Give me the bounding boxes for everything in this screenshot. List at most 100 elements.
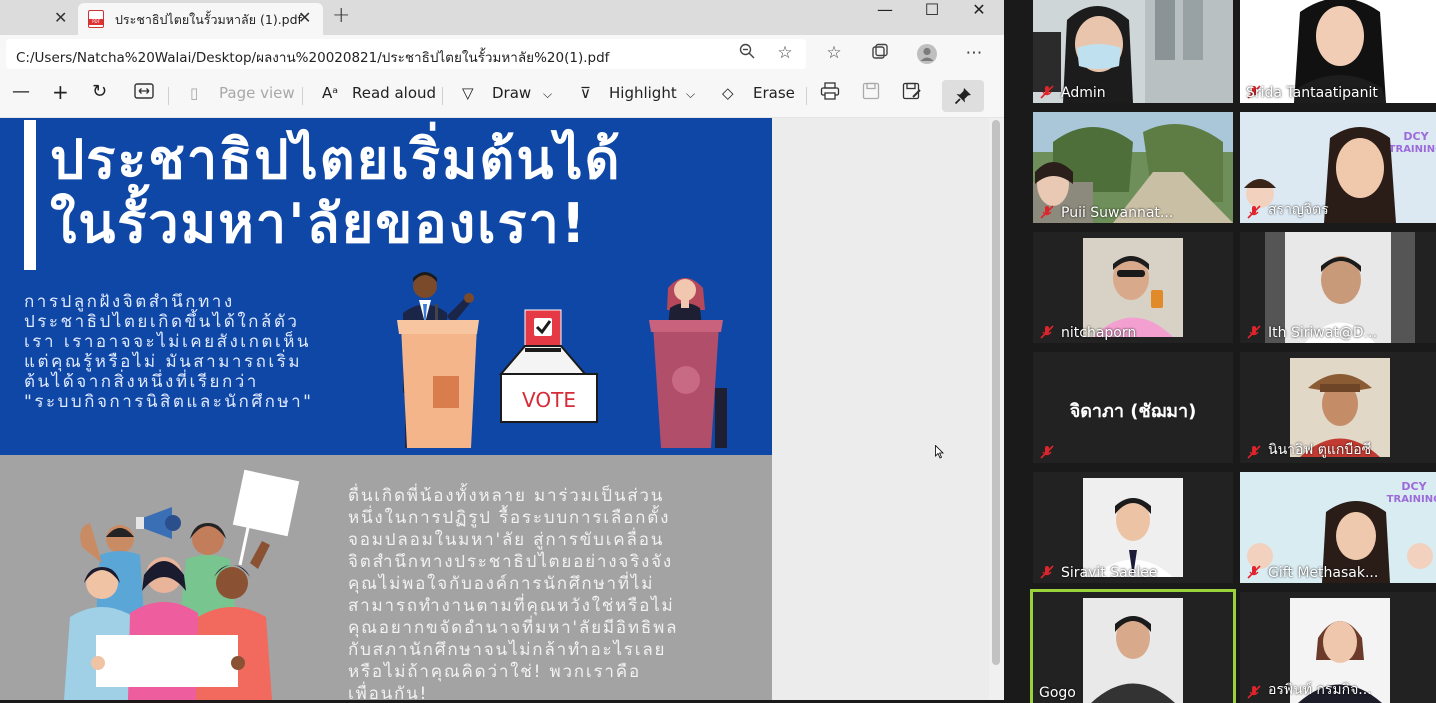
participant-tile[interactable]: nitchaporn bbox=[1033, 232, 1233, 343]
participant-name: Srida Tantaatipanit bbox=[1246, 85, 1378, 101]
address-bar: C:/Users/Natcha%20Walai/Desktop/ผลงาน%20… bbox=[0, 35, 1004, 73]
participant-name: นินาอิฟ ตูแกบือซี bbox=[1268, 442, 1372, 458]
add-favorite-icon[interactable]: ☆ bbox=[774, 43, 796, 63]
intro-line: การปลูกฝังจิตสำนึกทาง bbox=[24, 292, 235, 312]
intro-line: ต้นได้จากสิ่งหนึ่งที่เรียกว่า bbox=[24, 372, 259, 392]
protest-crowd-illustration bbox=[64, 469, 300, 700]
intro-line: แต่คุณรู้หรือไม่ มันสามารถเริ่ม bbox=[24, 352, 303, 372]
vertical-scrollbar[interactable] bbox=[989, 118, 1004, 700]
participant-video bbox=[1083, 598, 1183, 703]
participant-name: Siravit Saelee bbox=[1061, 565, 1158, 581]
pdf-page: ประชาธิปไตยเริ่มต้นได้ ในรั้วมหา'ลัยของเ… bbox=[0, 118, 772, 700]
participant-video bbox=[1083, 238, 1183, 337]
profile-avatar-icon[interactable] bbox=[916, 43, 938, 70]
page-view-button[interactable]: Page view bbox=[219, 84, 295, 102]
erase-button[interactable]: Erase bbox=[753, 84, 795, 102]
body-line: คุณอยากขจัดอำนาจที่มหา'ลัยมีอิทธิพล bbox=[348, 618, 679, 638]
pdf-toolbar: — + ↻ ▯ Page view Aᵃ Read aloud ▽ Draw ⌵… bbox=[0, 73, 1004, 118]
participant-name: อรพินท์ กรมกิจ... bbox=[1268, 682, 1372, 698]
participant-tile[interactable]: จิดาภา (ชัฌมา) bbox=[1033, 352, 1233, 463]
pdf-viewport[interactable]: ประชาธิปไตยเริ่มต้นได้ ในรั้วมหา'ลัยของเ… bbox=[0, 118, 1004, 700]
participant-name: Gift Methasak... bbox=[1268, 565, 1379, 581]
muted-mic-icon bbox=[1040, 445, 1054, 459]
participant-tile[interactable]: อรพินท์ กรมกิจ... bbox=[1240, 592, 1436, 703]
intro-line: ประชาธิปไตยเกิดขึ้นได้ใกล้ตัว bbox=[24, 312, 300, 332]
browser-window: ✕ ประชาธิปไตยในรั้วมหาลัย (1).pdf ✕ + — … bbox=[0, 0, 1004, 700]
background-logo: DCY bbox=[1401, 480, 1427, 493]
poster-title-line-2: ในรั้วมหา'ลัยของเรา! bbox=[50, 192, 588, 255]
body-line: หนึ่งในการปฏิรูป รื้อระบบการเลือกตั้ง bbox=[348, 508, 671, 528]
poster-body-text: ตื่นเกิดพี่น้องทั้งหลาย มาร่วมเป็นส่วน ห… bbox=[348, 485, 758, 700]
url-text: C:/Users/Natcha%20Walai/Desktop/ผลงาน%20… bbox=[16, 50, 610, 66]
eraser-icon: ◇ bbox=[722, 84, 734, 102]
participant-tile[interactable]: DCY TRAINING Gift Methasak... bbox=[1240, 472, 1436, 583]
body-line: กับสภานักศึกษาจนไม่กล้าทำอะไรเลย bbox=[348, 640, 667, 660]
read-aloud-button[interactable]: Read aloud bbox=[352, 84, 436, 102]
tab-title: ประชาธิปไตยในรั้วมหาลัย (1).pdf bbox=[115, 12, 302, 27]
participant-tile[interactable]: Puii Suwannat... bbox=[1033, 112, 1233, 223]
highlight-button[interactable]: Highlight bbox=[609, 84, 677, 102]
muted-mic-icon bbox=[1040, 85, 1054, 99]
scrollbar-thumb[interactable] bbox=[992, 120, 1000, 665]
muted-mic-icon bbox=[1040, 205, 1054, 219]
poster-title: ประชาธิปไตยเริ่มต้นได้ ในรั้วมหา'ลัยของเ… bbox=[50, 128, 622, 256]
participant-name: Puii Suwannat... bbox=[1061, 205, 1174, 221]
highlighter-icon: ⊽ bbox=[580, 84, 591, 102]
participant-name: nitchaporn bbox=[1061, 325, 1137, 341]
participant-name: Gogo bbox=[1039, 685, 1076, 701]
url-field[interactable]: C:/Users/Natcha%20Walai/Desktop/ผลงาน%20… bbox=[6, 39, 806, 69]
draw-pen-icon: ▽ bbox=[462, 84, 474, 102]
intro-line: เรา เราอาจจะไม่เคยสังเกตเห็น bbox=[24, 332, 312, 352]
background-logo: TRAINING bbox=[1389, 144, 1436, 155]
more-menu-icon[interactable]: ⋯ bbox=[963, 43, 985, 63]
pin-toolbar-button[interactable] bbox=[942, 80, 984, 112]
participant-display-name: จิดาภา (ชัฌมา) bbox=[1069, 401, 1197, 422]
tab-previous[interactable]: ✕ bbox=[0, 0, 78, 35]
close-tab-icon[interactable]: ✕ bbox=[298, 8, 311, 27]
tab-pdf[interactable]: ประชาธิปไตยในรั้วมหาลัย (1).pdf ✕ bbox=[78, 3, 323, 35]
toolbar-divider bbox=[302, 87, 303, 105]
save-icon[interactable] bbox=[862, 82, 880, 104]
close-tab-icon[interactable]: ✕ bbox=[54, 8, 67, 27]
participant-tile[interactable]: DCY TRAINING สราญจิตร bbox=[1240, 112, 1436, 223]
new-tab-button[interactable]: + bbox=[332, 3, 350, 28]
participant-name: Admin bbox=[1061, 85, 1106, 101]
zoom-in-icon[interactable]: + bbox=[52, 80, 69, 104]
title-accent-bar bbox=[24, 120, 36, 270]
toolbar-divider bbox=[442, 87, 443, 105]
minimize-button[interactable]: — bbox=[862, 0, 908, 30]
participant-tile[interactable]: Admin bbox=[1033, 0, 1233, 103]
print-icon[interactable] bbox=[820, 82, 840, 104]
collections-icon[interactable] bbox=[869, 43, 891, 66]
draw-options-chevron-icon[interactable]: ⌵ bbox=[543, 87, 552, 102]
participant-tile[interactable]: Siravit Saelee bbox=[1033, 472, 1233, 583]
muted-mic-icon bbox=[1040, 325, 1054, 339]
zoom-out-icon[interactable]: — bbox=[12, 81, 30, 102]
save-as-icon[interactable] bbox=[902, 82, 922, 104]
participant-tile[interactable]: Ith Siriwat@D... bbox=[1240, 232, 1436, 343]
body-line: หรือไม่ถ้าคุณคิดว่าใช่! พวกเราคือ bbox=[348, 662, 641, 682]
pdf-file-icon bbox=[88, 10, 104, 28]
body-line: จิตสำนึกทางประชาธิปไตยอย่างจริงจัง bbox=[348, 552, 674, 572]
ballot-box-vote-label: VOTE bbox=[522, 388, 576, 412]
close-window-button[interactable]: ✕ bbox=[956, 0, 1002, 30]
poster-title-line-1: ประชาธิปไตยเริ่มต้นได้ bbox=[50, 128, 622, 191]
participant-name: Ith Siriwat@D... bbox=[1268, 325, 1378, 341]
participant-tile[interactable]: Srida Tantaatipanit bbox=[1240, 0, 1436, 103]
page-view-icon: ▯ bbox=[190, 84, 199, 102]
maximize-button[interactable]: ☐ bbox=[909, 0, 955, 30]
participant-tile-active-speaker[interactable]: Gogo bbox=[1030, 589, 1236, 703]
video-gallery: Admin Srida Tantaatipanit Puii Suwannat.… bbox=[1004, 0, 1436, 703]
highlight-options-chevron-icon[interactable]: ⌵ bbox=[686, 87, 695, 102]
muted-mic-icon bbox=[1247, 445, 1261, 459]
draw-button[interactable]: Draw bbox=[492, 84, 531, 102]
poster-call-section: ตื่นเกิดพี่น้องทั้งหลาย มาร่วมเป็นส่วน ห… bbox=[0, 455, 772, 700]
favorites-icon[interactable]: ☆ bbox=[823, 43, 845, 63]
rotate-icon[interactable]: ↻ bbox=[92, 81, 107, 102]
toolbar-divider bbox=[806, 87, 807, 105]
body-line: ตื่นเกิดพี่น้องทั้งหลาย มาร่วมเป็นส่วน bbox=[348, 486, 665, 506]
fit-page-icon[interactable] bbox=[134, 82, 154, 104]
participant-tile[interactable]: นินาอิฟ ตูแกบือซี bbox=[1240, 352, 1436, 463]
read-aloud-icon: Aᵃ bbox=[322, 84, 339, 102]
zoom-icon[interactable] bbox=[736, 43, 758, 64]
